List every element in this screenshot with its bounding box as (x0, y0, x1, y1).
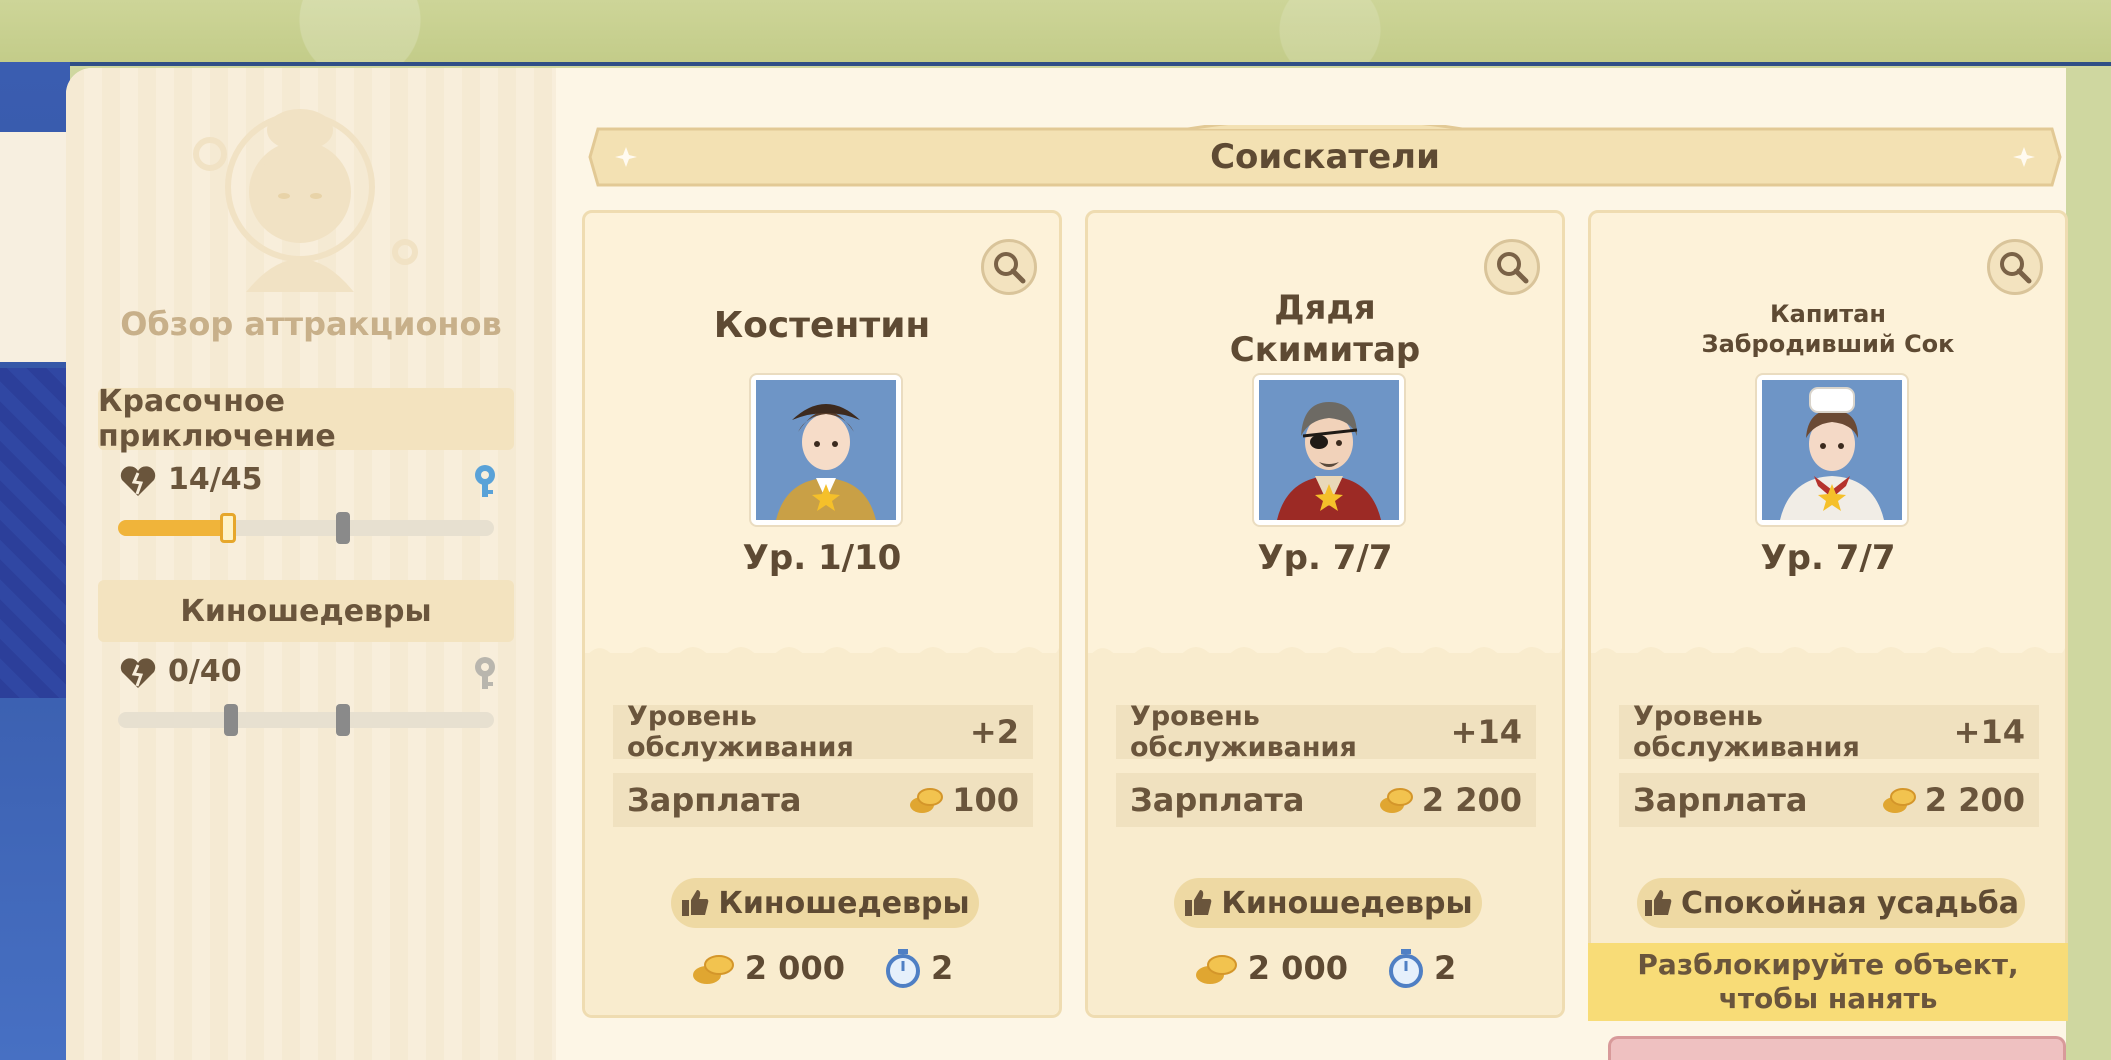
left-background-strip (0, 62, 70, 1060)
bottom-decor-tab (1608, 1036, 2066, 1060)
service-level-row: Уровень обслуживания +14 (1619, 701, 2039, 763)
attraction-movie-masterpieces[interactable]: Киношедевры 0/40 (98, 580, 514, 742)
stopwatch-icon (1388, 949, 1423, 988)
coin-icon (1195, 955, 1237, 984)
candidate-level: Ур. 1/10 (742, 538, 902, 578)
candidate-name: Костентин (713, 305, 931, 346)
attraction-name: Киношедевры (98, 580, 514, 642)
preference-tag[interactable]: Спокойная усадьба (1637, 878, 2025, 928)
heart-broken-icon (120, 466, 156, 496)
preference-tag[interactable]: Киношедевры (671, 878, 979, 928)
unlock-required-notice: Разблокируйте объект, чтобы нанять (1588, 943, 2068, 1021)
attractions-overview-title: Обзор аттракционов (120, 305, 502, 343)
coin-icon (910, 788, 944, 813)
heart-broken-icon (120, 658, 156, 688)
hire-cost: 2 000 2 (585, 948, 1059, 988)
candidate-portrait (1252, 373, 1406, 527)
preference-tag[interactable]: Киношедевры (1174, 878, 1482, 928)
search-icon (2000, 252, 2032, 284)
top-decor-band (0, 0, 2111, 66)
coin-icon (1882, 788, 1916, 813)
mascot-watermark (193, 109, 418, 292)
coin-icon (692, 955, 734, 984)
inspect-button[interactable] (1987, 239, 2043, 295)
salary-row: Зарплата 2 200 (1619, 773, 2039, 827)
attraction-name: Красочное приключение (98, 384, 514, 454)
search-icon (994, 252, 1026, 284)
key-icon (475, 657, 495, 689)
inspect-button[interactable] (981, 239, 1037, 295)
candidate-card[interactable]: Дядя Скимитар Ур. 7/7 Уровень обслуживан… (1085, 210, 1565, 1018)
attraction-progress-bar (118, 704, 494, 736)
coin-icon (1379, 788, 1413, 813)
candidate-card[interactable]: Костентин Ур. 1/10 Уровень обслуживания … (582, 210, 1062, 1018)
salary-row: Зарплата 2 200 (1116, 773, 1536, 827)
attraction-count: 0/40 (168, 654, 242, 689)
salary-row: Зарплата 100 (613, 773, 1033, 827)
candidate-name: Дядя Скимитар (1229, 288, 1421, 370)
attraction-colorful-adventure[interactable]: Красочное приключение 14/45 (98, 384, 514, 550)
thumbs-up-icon (1185, 890, 1212, 916)
service-level-row: Уровень обслуживания +14 (1116, 701, 1536, 763)
attraction-progress-bar (118, 512, 494, 544)
candidate-level: Ур. 7/7 (1760, 538, 1896, 578)
service-level-row: Уровень обслуживания +2 (613, 701, 1033, 763)
stopwatch-icon (885, 949, 920, 988)
thumbs-up-icon (682, 890, 709, 916)
search-icon (1497, 252, 1529, 284)
hire-cost: 2 000 2 (1088, 948, 1562, 988)
thumbs-up-icon (1645, 890, 1672, 916)
candidate-portrait (1755, 373, 1909, 527)
key-icon (475, 465, 495, 497)
attraction-count: 14/45 (168, 462, 263, 497)
candidate-card[interactable]: Капитан Забродивший Сок Ур. 7/7 Уровень … (1588, 210, 2068, 1021)
applicants-title: Соискатели (1210, 137, 1440, 177)
candidate-name: Капитан Забродивший Сок (1701, 300, 1955, 358)
candidate-level: Ур. 7/7 (1257, 538, 1393, 578)
candidate-portrait (749, 373, 903, 527)
